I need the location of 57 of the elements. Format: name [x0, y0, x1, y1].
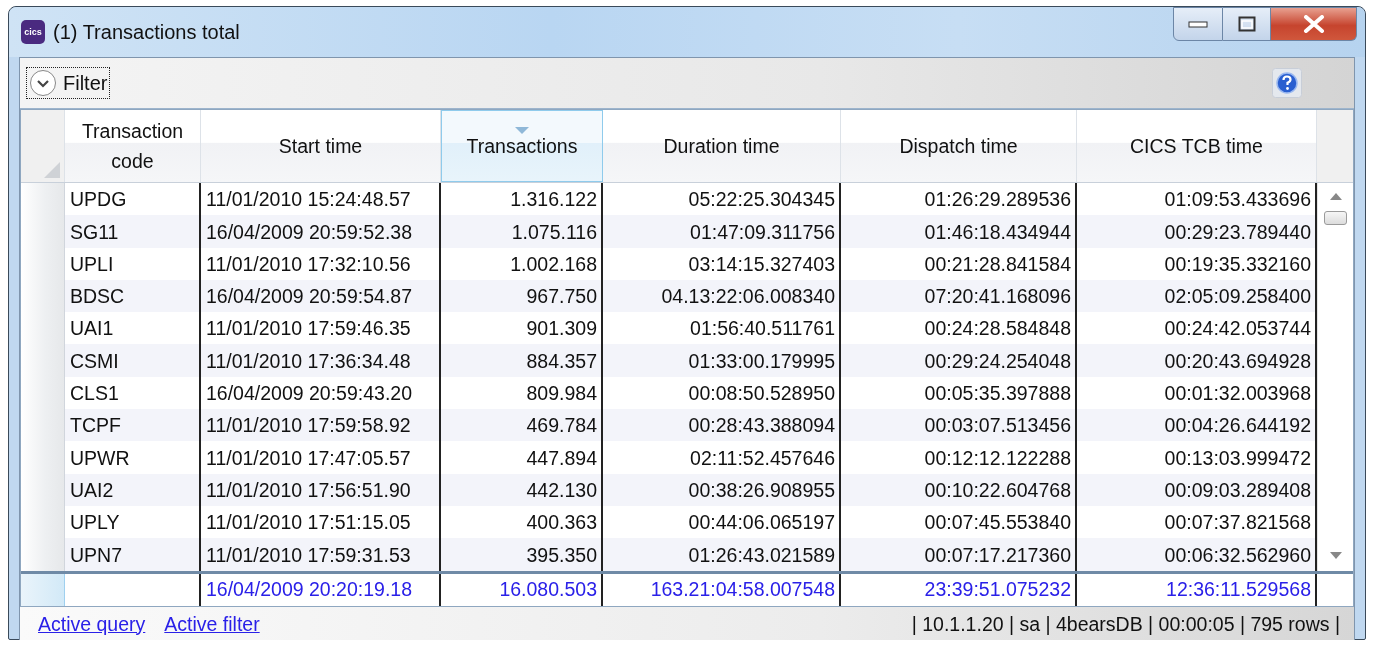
table-cell: 04.13:22:06.008340	[603, 279, 841, 313]
scroll-thumb[interactable]	[1324, 211, 1347, 225]
filter-toggle[interactable]: Filter	[26, 67, 111, 99]
status-link[interactable]: Active query	[38, 612, 146, 636]
minimize-button[interactable]	[1173, 7, 1223, 41]
row-header	[21, 574, 65, 606]
table-cell: 00:29:24.254048	[841, 344, 1077, 377]
table-cell: 00:28:43.388094	[603, 409, 841, 442]
scroll-down-icon[interactable]	[1329, 552, 1342, 559]
sort-descending-icon	[515, 127, 529, 135]
table-cell: 00:07:17.217360	[841, 538, 1077, 571]
table-cell: 01:33:00.179995	[603, 344, 841, 377]
table-cell: 16/04/2009 20:59:52.38	[201, 215, 441, 248]
status-link[interactable]: Active filter	[164, 612, 260, 636]
table-cell: 01:47:09.311756	[603, 215, 841, 248]
column-header[interactable]: CICS TCB time	[1077, 110, 1317, 182]
column-header[interactable]: Start time	[201, 110, 441, 182]
table-cell: UPN7	[65, 538, 201, 571]
table-cell: 07:20:41.168096	[841, 279, 1077, 313]
table-cell: 11/01/2010 17:36:34.48	[201, 344, 441, 377]
table-cell: 01:26:43.021589	[603, 538, 841, 571]
table-cell: 11/01/2010 17:56:51.90	[201, 473, 441, 506]
row-header[interactable]	[21, 538, 65, 571]
column-header[interactable]: Dispatch time	[841, 110, 1077, 182]
table-cell: BDSC	[65, 279, 201, 313]
table-cell: 00:03:07.513456	[841, 409, 1077, 442]
table-cell: TCPF	[65, 409, 201, 442]
select-all-icon[interactable]	[44, 162, 60, 178]
close-button[interactable]	[1271, 7, 1357, 41]
table-cell: 967.750	[441, 279, 603, 313]
table-cell: 11/01/2010 17:59:58.92	[201, 409, 441, 442]
connection-info: | 10.1.1.20 | sa | 4bearsDB | 00:00:05 | 795 rows |	[911, 612, 1340, 636]
column-header[interactable]: Transaction code	[65, 110, 201, 182]
help-icon[interactable]	[1272, 68, 1302, 98]
scroll-up-icon[interactable]	[1329, 193, 1342, 200]
column-header[interactable]: Transactions	[441, 110, 603, 182]
maximize-icon	[1237, 16, 1256, 32]
table-cell: UAI2	[65, 473, 201, 506]
table-cell: 442.130	[441, 473, 603, 506]
table-cell: 395.350	[441, 538, 603, 571]
table-cell: 884.357	[441, 344, 603, 377]
table-cell: 11/01/2010 17:59:31.53	[201, 538, 441, 571]
table-cell: 469.784	[441, 409, 603, 442]
app-logo: cics	[21, 20, 45, 44]
close-icon	[1302, 15, 1325, 33]
table-cell: 1.075.116	[441, 215, 603, 248]
maximize-button[interactable]	[1223, 7, 1271, 41]
table-cell: 16/04/2009 20:59:54.87	[201, 279, 441, 313]
table-cell: SG11	[65, 215, 201, 248]
table-cell: 00:10:22.604768	[841, 473, 1077, 506]
table-cell: CSMI	[65, 344, 201, 377]
table-cell: 00:38:26.908955	[603, 473, 841, 506]
header-filler	[1317, 110, 1353, 182]
minimize-icon	[1188, 20, 1208, 28]
window-title: (1) Transactions total	[53, 20, 241, 44]
table-cell: 01:46:18.434944	[841, 215, 1077, 248]
column-header[interactable]: Duration time	[603, 110, 841, 182]
